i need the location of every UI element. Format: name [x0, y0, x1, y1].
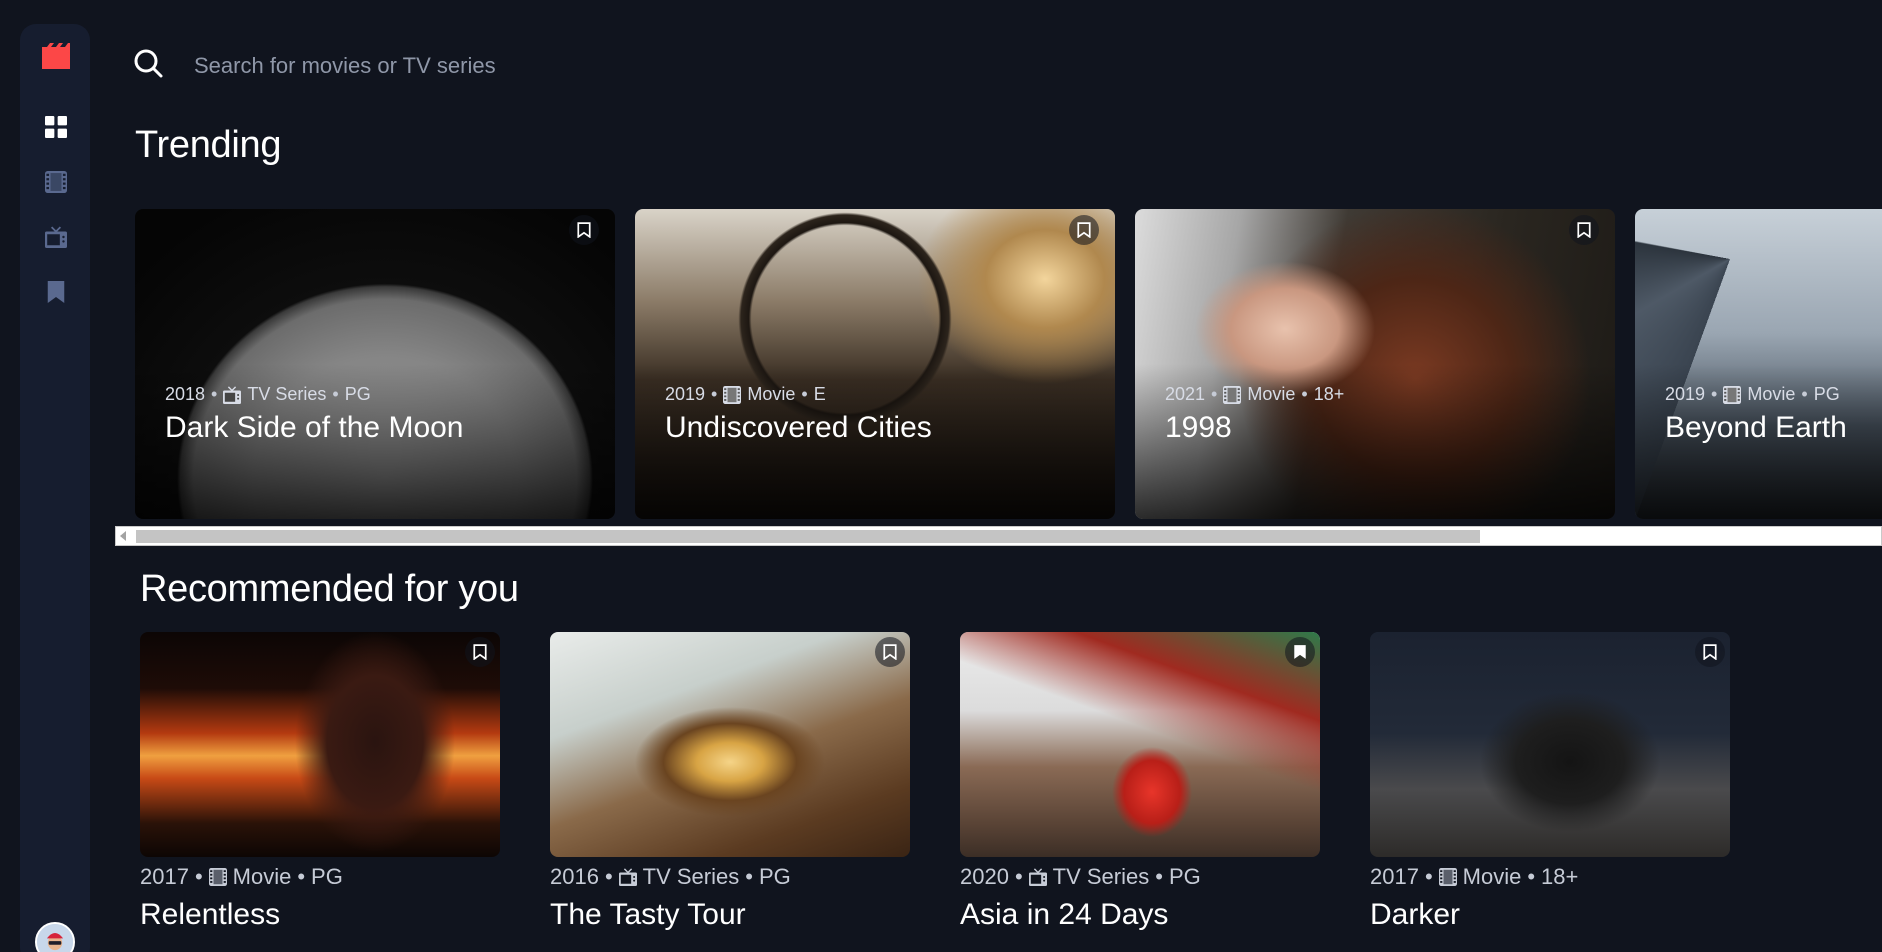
trending-card[interactable]: 2018 • TV Series • PG Dark Side of the Moo…	[135, 209, 615, 519]
card-title: Asia in 24 Days	[960, 898, 1169, 931]
bookmark-icon	[883, 644, 897, 660]
nav-bookmarks[interactable]	[43, 279, 69, 305]
card-meta: 2016 • TV Series • PG	[550, 864, 791, 889]
tv-icon	[223, 385, 242, 404]
film-strip-icon	[723, 385, 742, 404]
search-icon[interactable]	[133, 48, 165, 80]
trending-card[interactable]: 2019 • Movie • PG Beyond Earth	[1635, 209, 1882, 519]
film-strip-icon	[208, 868, 227, 886]
bookmark-icon	[577, 222, 591, 238]
card-meta: 2017 • Movie • 18+	[1370, 864, 1579, 889]
bookmark-button[interactable]	[1695, 637, 1725, 667]
bookmark-icon	[473, 644, 487, 660]
card-title: Dark Side of the Moon	[165, 411, 464, 444]
bookmark-button[interactable]	[465, 637, 495, 667]
nav-home[interactable]	[43, 114, 69, 140]
temple-image	[960, 632, 1320, 857]
scrollbar-thumb[interactable]	[136, 530, 1480, 543]
film-strip-icon	[1723, 385, 1742, 404]
trending-carousel[interactable]: 2018 • TV Series • PG Dark Side of the Moo…	[135, 209, 1882, 519]
tv-icon	[618, 868, 637, 886]
grid-icon	[45, 116, 67, 138]
trending-heading: Trending	[135, 124, 282, 166]
card-meta: 2018 • TV Series • PG	[165, 384, 371, 404]
tv-icon	[1028, 868, 1047, 886]
recommended-card[interactable]: 2017 • Movie • 18+ Darker	[1370, 632, 1730, 932]
film-clapper-icon[interactable]	[40, 42, 72, 70]
card-title: 1998	[1165, 411, 1232, 444]
bookmark-icon	[1703, 644, 1717, 660]
fire-image	[140, 632, 500, 857]
bookmark-icon	[1577, 222, 1591, 238]
card-title: Relentless	[140, 898, 281, 931]
bookmark-icon	[47, 281, 65, 303]
film-strip-icon	[1438, 868, 1457, 886]
recommended-card[interactable]: 2016 • TV Series • PG The Tasty Tour	[550, 632, 910, 932]
nav-tv-series[interactable]	[43, 224, 69, 250]
user-avatar[interactable]	[35, 922, 75, 952]
card-title: Darker	[1370, 898, 1461, 931]
card-meta: 2020 • TV Series • PG	[960, 864, 1201, 889]
card-meta: 2019 • Movie • E	[665, 384, 826, 404]
recommended-card[interactable]: 2020 • TV Series • PG Asia in 24 Days	[960, 632, 1320, 932]
bookmark-button[interactable]	[569, 215, 599, 245]
bookmark-icon	[1077, 222, 1091, 238]
trending-card[interactable]: 2021 • Movie • 18+ 1998	[1135, 209, 1615, 519]
card-meta: 2019 • Movie • PG	[1665, 384, 1840, 404]
bookmark-button[interactable]	[1069, 215, 1099, 245]
food-bowl-image	[550, 632, 910, 857]
bookmark-button[interactable]	[1285, 637, 1315, 667]
card-title: The Tasty Tour	[550, 898, 746, 931]
trending-card[interactable]: 2019 • Movie • E Undiscovered Cities	[635, 209, 1115, 519]
bookmark-button[interactable]	[1569, 215, 1599, 245]
scroll-left-arrow-icon[interactable]	[120, 531, 126, 541]
tv-icon	[45, 226, 67, 248]
card-title: Beyond Earth	[1665, 411, 1847, 444]
trending-scrollbar[interactable]	[115, 526, 1882, 546]
search-input[interactable]	[194, 48, 894, 84]
recommended-card[interactable]: 2017 • Movie • PG Relentless	[140, 632, 500, 932]
nav-movies[interactable]	[43, 169, 69, 195]
bookmark-button[interactable]	[875, 637, 905, 667]
card-meta: 2021 • Movie • 18+	[1165, 384, 1345, 404]
card-meta: 2017 • Movie • PG	[140, 864, 343, 889]
film-strip-icon	[45, 171, 67, 193]
bookmark-icon	[1294, 645, 1306, 659]
recommended-heading: Recommended for you	[140, 568, 519, 610]
sidebar	[20, 24, 90, 952]
film-strip-icon	[1223, 385, 1242, 404]
card-title: Undiscovered Cities	[665, 411, 932, 444]
dragon-night-image	[1370, 632, 1730, 857]
